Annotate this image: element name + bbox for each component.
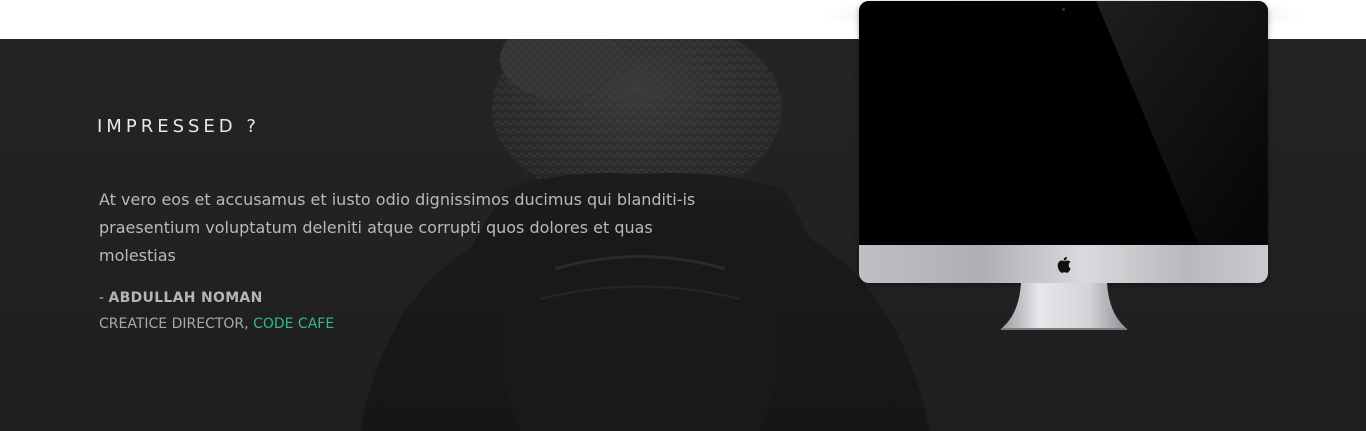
imac-stand: [1001, 283, 1127, 330]
imac-screen: [859, 1, 1268, 245]
author-prefix: -: [99, 290, 109, 306]
author-role-line: CREATICE DIRECTOR, CODE CAFE: [99, 316, 334, 332]
screen-glare: [1096, 1, 1268, 245]
section-heading: IMPRESSED ?: [97, 116, 260, 137]
imac-mockup: [819, 0, 1308, 331]
company-link[interactable]: CODE CAFE: [253, 316, 334, 332]
author-name: ABDULLAH NOMAN: [108, 290, 263, 306]
author-role: CREATICE DIRECTOR,: [99, 316, 254, 332]
testimonial-quote: At vero eos et accusamus et iusto odio d…: [99, 190, 696, 265]
camera-dot: [1062, 8, 1065, 11]
imac-body: [859, 1, 1268, 283]
apple-logo-icon: [1057, 256, 1071, 273]
author-line: - ABDULLAH NOMAN: [99, 290, 263, 306]
